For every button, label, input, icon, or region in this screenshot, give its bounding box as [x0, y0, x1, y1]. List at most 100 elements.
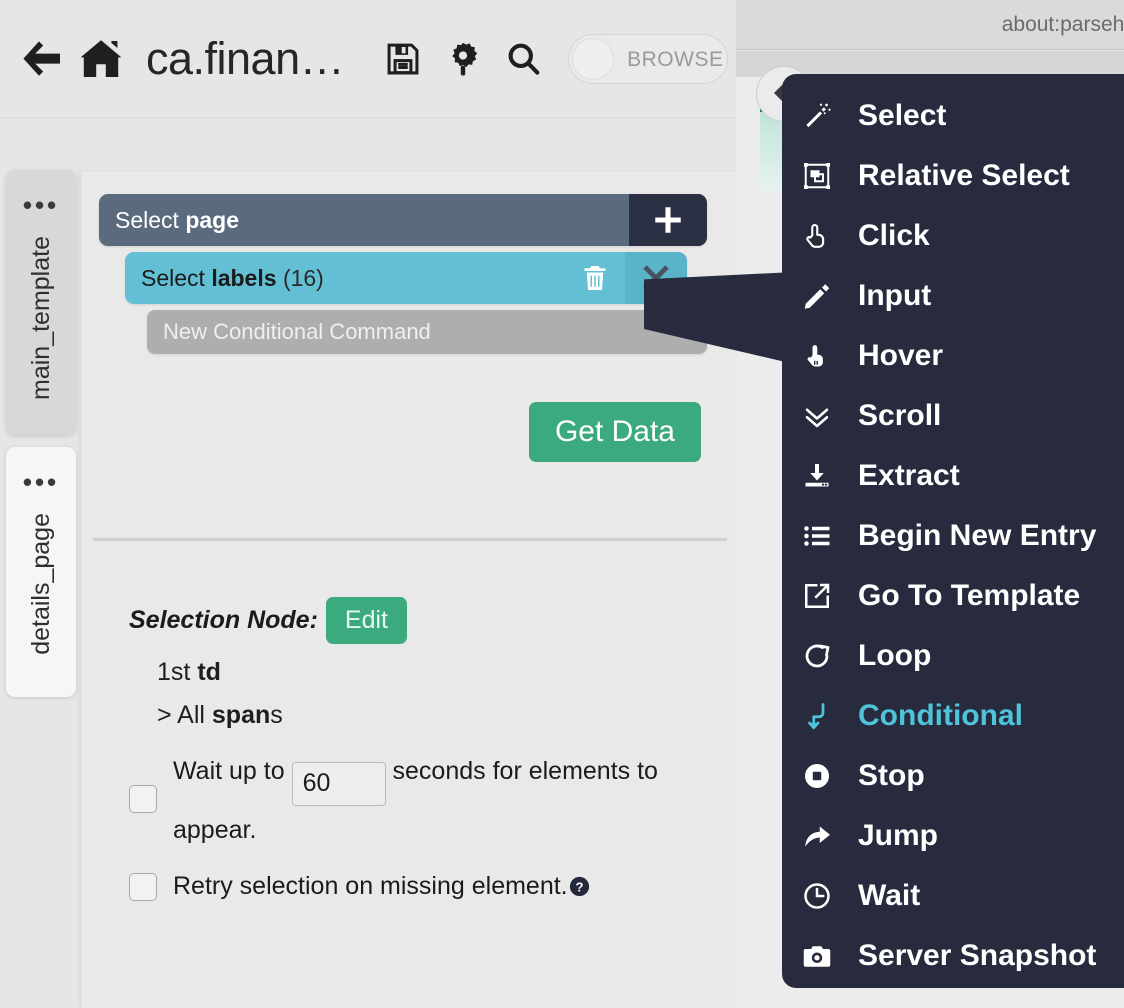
settings-button[interactable]: [440, 36, 486, 82]
selection-path-line-2: > All spans: [157, 701, 709, 730]
arrow-left-icon: [23, 40, 60, 76]
menu-item-go-to-template[interactable]: Go To Template: [782, 566, 1124, 626]
sidebar-tab-main-template-label: main_template: [26, 236, 55, 400]
search-icon: [508, 43, 540, 75]
get-data-button[interactable]: Get Data: [528, 402, 701, 462]
drag-handle-dots-icon[interactable]: •••: [23, 192, 59, 218]
double-chevron-down-icon: [802, 401, 844, 431]
floppy-save-icon: [387, 43, 419, 74]
selection-path-prefix: 1st: [157, 658, 191, 686]
retry-option-row: Retry selection on missing element.?: [129, 872, 729, 901]
plus-icon: [655, 207, 681, 233]
camera-icon: [802, 941, 844, 971]
menu-item-relative-select[interactable]: Relative Select: [782, 146, 1124, 206]
browse-mode-toggle[interactable]: BROWSE: [568, 33, 729, 84]
parsehub-app-panel: ca.finan… BROWSE ••• main_template ••• d…: [0, 0, 736, 1008]
menu-item-stop[interactable]: Stop: [782, 746, 1124, 806]
menu-item-extract[interactable]: Extract: [782, 446, 1124, 506]
menu-item-label: Begin New Entry: [858, 519, 1097, 552]
browse-toggle-label: BROWSE: [627, 47, 724, 71]
menu-item-label: Go To Template: [858, 579, 1081, 612]
selection-node-header: Selection Node: Edit: [129, 597, 709, 644]
browser-url-text: about:parsehu: [1001, 12, 1124, 36]
help-question-icon[interactable]: ?: [569, 876, 590, 897]
menu-item-label: Scroll: [858, 399, 942, 432]
stop-circle-icon: [802, 761, 844, 791]
menu-item-loop[interactable]: Loop: [782, 626, 1124, 686]
menu-item-begin-new-entry[interactable]: Begin New Entry: [782, 506, 1124, 566]
refresh-icon: [802, 641, 844, 671]
menu-item-label: Input: [858, 279, 932, 312]
home-button[interactable]: [72, 30, 130, 88]
svg-text:?: ?: [575, 879, 583, 894]
sidebar-tab-details-page[interactable]: ••• details_page: [6, 447, 76, 697]
gear-icon: [452, 42, 478, 75]
pencil-icon: [802, 281, 844, 311]
menu-item-label: Extract: [858, 459, 960, 492]
app-root: about:parsehu e. y an P/ 59 .08 m sda of…: [0, 0, 1124, 1008]
app-toolbar: ca.finan… BROWSE: [0, 0, 736, 118]
add-command-button[interactable]: [629, 194, 707, 246]
sidebar-tab-main-template[interactable]: ••• main_template: [6, 170, 76, 435]
list-icon: [802, 521, 844, 551]
menu-item-label: Loop: [858, 639, 932, 672]
retry-option-checkbox[interactable]: [129, 872, 157, 901]
retry-text: Retry selection on missing element.: [173, 872, 568, 900]
menu-item-label: Hover: [858, 339, 944, 372]
selection-path-suffix: s: [270, 701, 283, 729]
page-title: ca.finan…: [146, 32, 345, 84]
sidebar-tab-details-page-label: details_page: [26, 513, 55, 655]
menu-item-conditional[interactable]: Conditional: [782, 686, 1124, 746]
menu-item-label: Relative Select: [858, 159, 1070, 192]
branch-arrow-icon: [802, 701, 844, 731]
new-conditional-command-label: New Conditional Command: [163, 319, 431, 344]
selection-path-tag: td: [197, 658, 221, 686]
command-list: Select page Select labels (16) New Condi…: [99, 194, 709, 354]
menu-item-input[interactable]: Input: [782, 266, 1124, 326]
external-link-icon: [802, 581, 844, 611]
hover-hand-icon: [802, 341, 844, 371]
selection-path-tag: span: [211, 701, 271, 729]
relative-select-icon: [802, 161, 844, 191]
arrow-curve-right-icon: [802, 821, 844, 851]
trash-icon: [584, 266, 606, 290]
save-button[interactable]: [380, 36, 426, 82]
toggle-knob: [572, 37, 615, 80]
delete-command-button[interactable]: [573, 252, 617, 304]
pointer-hand-icon: [802, 221, 844, 251]
command-prefix: Select: [141, 264, 205, 291]
wait-text-before: Wait up to: [173, 757, 285, 785]
selection-node-label: Selection Node:: [129, 606, 318, 634]
menu-item-wait[interactable]: Wait: [782, 866, 1124, 926]
section-divider: [93, 538, 727, 541]
menu-item-hover[interactable]: Hover: [782, 326, 1124, 386]
menu-item-label: Server Snapshot: [858, 939, 1097, 972]
wait-seconds-input[interactable]: [291, 761, 386, 806]
menu-item-label: Conditional: [858, 699, 1023, 732]
selection-path-prefix: > All: [157, 701, 205, 729]
command-row-select-labels[interactable]: Select labels (16): [125, 252, 687, 304]
command-row-select-page-text: Select page: [99, 207, 239, 234]
selection-path-line-1: 1st td: [157, 658, 709, 687]
search-button[interactable]: [500, 36, 546, 82]
menu-item-scroll[interactable]: Scroll: [782, 386, 1124, 446]
wait-option-checkbox[interactable]: [129, 785, 157, 813]
command-row-select-labels-text: Select labels (16): [125, 265, 324, 292]
selection-node-section: Selection Node: Edit 1st td > All spans: [129, 597, 709, 730]
retry-option-text: Retry selection on missing element.?: [173, 872, 590, 901]
command-match-count: (16): [282, 264, 324, 291]
browser-url-bar[interactable]: about:parsehu: [736, 0, 1124, 50]
edit-selection-node-button[interactable]: Edit: [325, 597, 408, 644]
magic-wand-icon: [802, 101, 844, 131]
command-target-name: page: [185, 206, 240, 233]
back-button[interactable]: [14, 31, 70, 87]
wait-option-row: Wait up to seconds for elements to appea…: [129, 747, 729, 854]
new-conditional-command-row[interactable]: New Conditional Command: [147, 310, 707, 354]
command-row-select-page[interactable]: Select page: [99, 194, 707, 246]
menu-item-jump[interactable]: Jump: [782, 806, 1124, 866]
menu-item-select[interactable]: Select: [782, 86, 1124, 146]
drag-handle-dots-icon[interactable]: •••: [23, 469, 59, 495]
home-icon: [80, 39, 122, 77]
menu-item-server-snapshot[interactable]: Server Snapshot: [782, 926, 1124, 986]
menu-item-click[interactable]: Click: [782, 206, 1124, 266]
